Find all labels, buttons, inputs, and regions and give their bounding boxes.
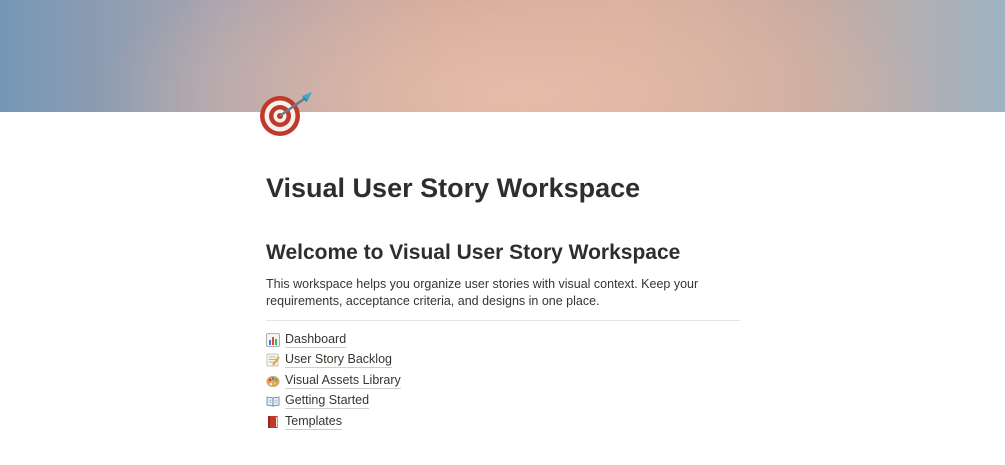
closed-book-icon (266, 415, 280, 429)
link-getting-started[interactable]: Getting Started (266, 391, 740, 412)
link-label: User Story Backlog (285, 352, 392, 369)
link-label: Visual Assets Library (285, 372, 401, 389)
page-content: Visual User Story Workspace Welcome to V… (266, 160, 740, 432)
palette-icon (266, 374, 280, 388)
link-label: Templates (285, 413, 342, 430)
divider (266, 319, 740, 321)
open-book-icon (266, 394, 280, 408)
memo-icon (266, 353, 280, 367)
description-text[interactable]: This workspace helps you organize user s… (266, 276, 740, 310)
direct-hit-icon[interactable] (258, 90, 318, 140)
bar-chart-icon (266, 332, 280, 347)
link-user-story-backlog[interactable]: User Story Backlog (266, 350, 740, 371)
welcome-heading[interactable]: Welcome to Visual User Story Workspace (266, 240, 740, 265)
page-title[interactable]: Visual User Story Workspace (266, 172, 740, 204)
link-templates[interactable]: Templates (266, 412, 740, 433)
link-visual-assets-library[interactable]: Visual Assets Library (266, 371, 740, 392)
link-list: Dashboard User Story Backlog Visual Asse… (266, 330, 740, 433)
link-label: Getting Started (285, 393, 370, 410)
page-cover[interactable] (0, 0, 1005, 112)
link-label: Dashboard (285, 331, 347, 348)
link-dashboard[interactable]: Dashboard (266, 330, 740, 351)
